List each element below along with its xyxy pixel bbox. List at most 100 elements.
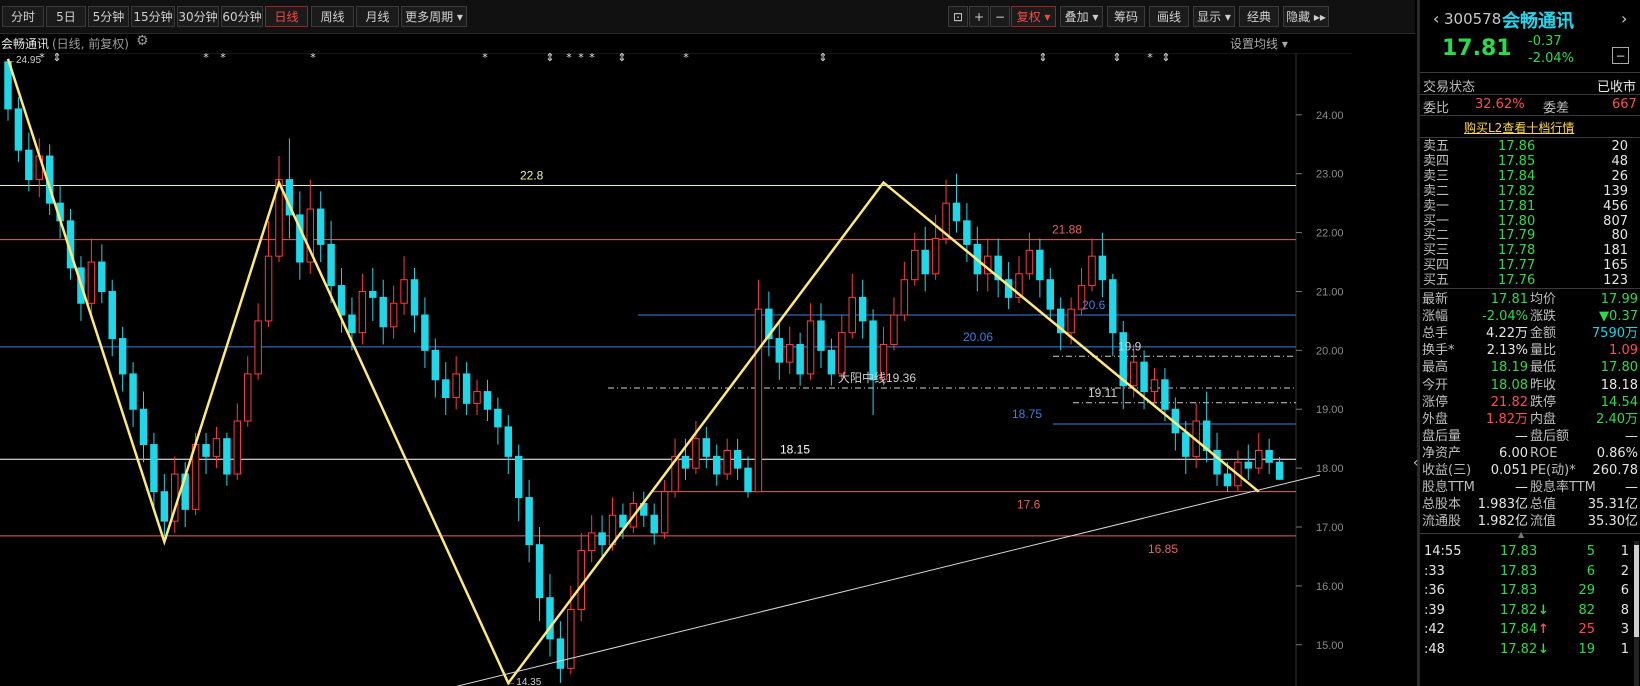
bid-row-6[interactable]: 买二 17.79 80 bbox=[1420, 228, 1640, 243]
ask-row-3[interactable]: 卖二 17.82 139 bbox=[1420, 184, 1640, 199]
stat-label: 最高 bbox=[1422, 360, 1449, 376]
ask-row-1[interactable]: 卖四 17.85 48 bbox=[1420, 154, 1640, 169]
tool-button-3[interactable]: 画线 bbox=[1149, 6, 1189, 27]
candle-29 bbox=[306, 179, 314, 274]
set-ma-link[interactable]: 设置均线 ▾ bbox=[1230, 35, 1288, 52]
level-label-2: 20.6 bbox=[1082, 298, 1106, 312]
candle-72 bbox=[754, 279, 763, 493]
l2-link[interactable]: 购买L2查看十档行情 bbox=[1464, 119, 1574, 136]
stat-label: 涨跌 bbox=[1530, 309, 1557, 325]
bid-row-7[interactable]: 买三 17.78 181 bbox=[1420, 243, 1640, 258]
candle-83 bbox=[869, 309, 877, 416]
candle-9 bbox=[98, 244, 106, 304]
candle-70 bbox=[733, 438, 742, 480]
tool-button-0[interactable]: 复权 ▾ bbox=[1011, 6, 1056, 27]
stat-label: 盘后额 bbox=[1530, 428, 1570, 444]
extreme-label-1: ←14.35 bbox=[506, 677, 541, 686]
ask-row-4[interactable]: 卖一 17.81 456 bbox=[1420, 199, 1640, 214]
candle-67 bbox=[702, 426, 711, 469]
candle-105 bbox=[1098, 232, 1107, 298]
ask-row-0[interactable]: 卖五 17.86 20 bbox=[1420, 139, 1640, 154]
minimize-button[interactable]: − bbox=[1612, 47, 1629, 64]
tick-price: 17.82 bbox=[1500, 641, 1538, 657]
tool-button-1[interactable]: 叠加 ▾ bbox=[1060, 6, 1103, 27]
book-label: 买四 bbox=[1423, 258, 1450, 274]
ask-row-2[interactable]: 卖三 17.84 26 bbox=[1420, 169, 1640, 184]
candle-53 bbox=[556, 621, 565, 684]
period-tab-1[interactable]: 5日 bbox=[46, 6, 86, 27]
tick-count: 2 bbox=[1620, 563, 1629, 579]
period-tab-6[interactable]: 日线 bbox=[265, 6, 308, 27]
event-mark-1: ⇕ bbox=[52, 53, 61, 64]
candle-20 bbox=[212, 426, 221, 469]
bid-row-5[interactable]: 买一 17.80 807 bbox=[1420, 214, 1640, 229]
zoom-out-button[interactable]: − bbox=[990, 6, 1010, 27]
back-arrow-icon[interactable]: ‹ bbox=[1433, 9, 1439, 28]
tick-count: 1 bbox=[1620, 641, 1629, 657]
event-mark-13: ⇕ bbox=[1038, 53, 1047, 64]
ticks-scrollbar[interactable] bbox=[1634, 541, 1639, 686]
y-tick-label: 20.00 bbox=[1316, 345, 1344, 357]
stat-label: 股息TTM bbox=[1422, 480, 1475, 496]
weicha-label: 委差 bbox=[1543, 101, 1570, 116]
period-tab-8[interactable]: 月线 bbox=[356, 6, 399, 27]
stat-label: 今开 bbox=[1422, 377, 1449, 393]
candle-110 bbox=[1150, 368, 1159, 404]
stat-label: 总值 bbox=[1530, 497, 1557, 513]
tick-time: :39 bbox=[1424, 602, 1445, 618]
period-tab-7[interactable]: 周线 bbox=[311, 6, 354, 27]
tool-button-4[interactable]: 显示 ▾ bbox=[1193, 6, 1235, 27]
period-tab-9[interactable]: 更多周期 ▾ bbox=[401, 6, 467, 27]
stat-value: 7590万 bbox=[1591, 326, 1638, 342]
stat-value: 1.09 bbox=[1609, 343, 1638, 359]
change-value: -0.37 bbox=[1528, 34, 1562, 49]
candle-106 bbox=[1109, 273, 1117, 357]
period-tab-5[interactable]: 60分钟 bbox=[221, 6, 263, 27]
candle-75 bbox=[785, 326, 794, 374]
period-tab-0[interactable]: 分时 bbox=[2, 6, 44, 27]
chart-header: 会畅通讯 (日线, 前复权) ⚙ 设置均线 ▾ bbox=[0, 33, 1352, 53]
forward-arrow-icon[interactable]: › bbox=[1621, 9, 1627, 28]
bid-row-8[interactable]: 买四 17.77 165 bbox=[1420, 258, 1640, 273]
stat-row-0: 最新 17.81 均价 17.99 bbox=[1420, 292, 1640, 307]
event-marks: * ⇕ * * * * ⇕ * * * ⇕ * ⇕ ⇕ ⇕ * ⇕ bbox=[39, 53, 1170, 64]
tool-button-5[interactable]: 经典 bbox=[1239, 6, 1279, 27]
zoom-in-button[interactable]: + bbox=[969, 6, 989, 27]
ticks-up-arrow-icon[interactable]: ▲ bbox=[1518, 530, 1524, 539]
tool-button-2[interactable]: 筹码 bbox=[1107, 6, 1145, 27]
tick-volume: 25 bbox=[1578, 622, 1595, 637]
bid-row-9[interactable]: 买五 17.76 123 bbox=[1420, 273, 1640, 288]
candle-78 bbox=[817, 303, 825, 369]
period-tab-2[interactable]: 5分钟 bbox=[88, 6, 129, 27]
lock-button[interactable]: ⊡ bbox=[948, 6, 968, 27]
candle-79 bbox=[827, 338, 836, 386]
candle-43 bbox=[452, 356, 460, 410]
stat-value: 17.81 bbox=[1490, 292, 1528, 307]
kline-chart[interactable]: ←24.95 ←14.35 22.8 21.88 20.6 20.06 19.9 大阳中线1… bbox=[0, 53, 1352, 686]
period-tab-3[interactable]: 15分钟 bbox=[131, 6, 175, 27]
level-label-5: 大阳中线19.36 bbox=[838, 370, 916, 385]
stat-value: 18.19 bbox=[1490, 360, 1528, 376]
level-label-3: 20.06 bbox=[963, 330, 993, 344]
candle-114 bbox=[1192, 403, 1200, 469]
candle-15 bbox=[160, 474, 169, 536]
ticks-scroll-thumb[interactable] bbox=[1634, 545, 1639, 637]
stat-label: 金额 bbox=[1530, 326, 1557, 342]
stat-label: 净资产 bbox=[1422, 445, 1462, 461]
collapse-arrow-icon[interactable]: ‹ bbox=[1413, 455, 1419, 471]
tool-button-6[interactable]: 隐藏 ▸▸ bbox=[1283, 6, 1329, 27]
candle-2 bbox=[25, 132, 33, 192]
book-label: 买二 bbox=[1423, 228, 1450, 244]
stat-row-1: 涨幅 -2.04% 涨跌 ▼0.37 bbox=[1420, 309, 1640, 324]
level-label-4: 19.9 bbox=[1118, 339, 1142, 353]
level-label-1: 21.88 bbox=[1052, 223, 1082, 237]
book-volume: 139 bbox=[1603, 183, 1628, 199]
candle-34 bbox=[358, 273, 367, 345]
settings-gear-icon[interactable]: ⚙ bbox=[136, 33, 149, 49]
event-mark-15: * bbox=[1147, 53, 1153, 64]
candle-95 bbox=[994, 238, 1002, 298]
stat-row-8: 盘后量 — 盘后额 — bbox=[1420, 429, 1640, 444]
period-tab-4[interactable]: 30分钟 bbox=[177, 6, 219, 27]
candle-86 bbox=[900, 262, 909, 321]
stat-value: 21.82 bbox=[1490, 394, 1528, 410]
